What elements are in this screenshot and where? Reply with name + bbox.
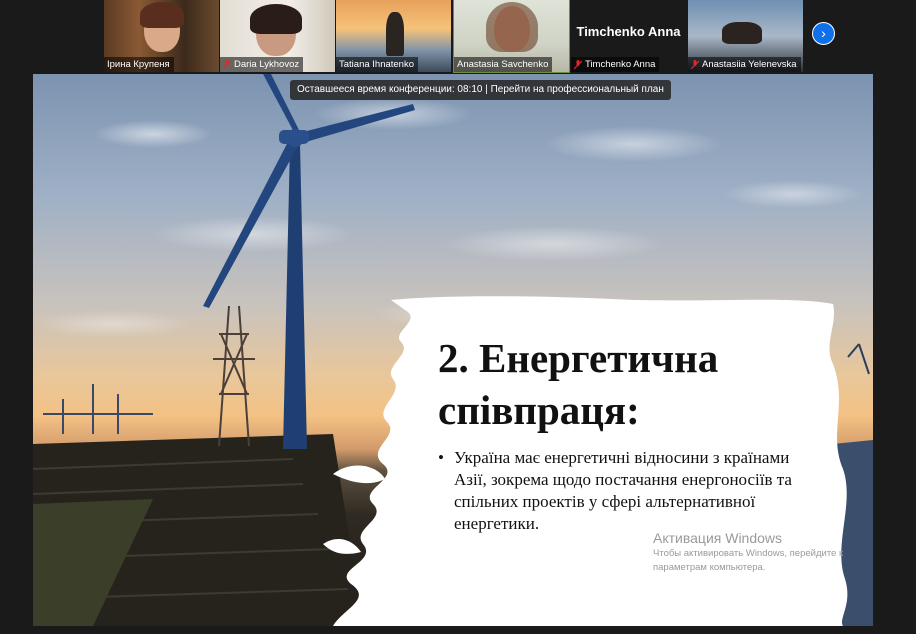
watermark-title: Активация Windows [653,530,783,546]
slide-bullet-text: Україна має енергетичні відносини з краї… [454,448,792,533]
participant-tile[interactable]: Anastasiia Yelenevska [688,0,803,72]
bullet-dot: • [438,448,444,467]
mic-off-icon [574,59,582,69]
participant-video [386,12,404,56]
shared-screen: Оставшееся время конференции: 08:10 | Пе… [33,74,873,626]
participant-name: Ірина Крупеня [104,57,174,72]
participant-tile[interactable]: Daria Lykhovoz [220,0,335,72]
slide-bullet: • Україна має енергетичні відносини з кр… [438,447,818,535]
slide-title-line: 2. Енергетична [438,335,719,381]
participant-video [722,22,762,44]
participant-hair [250,4,302,34]
chevron-right-icon: › [821,25,826,41]
participant-name: Daria Lykhovoz [220,57,304,72]
participant-name: Timchenko Anna [571,57,660,72]
participant-tile[interactable]: Ірина Крупеня [104,0,219,72]
participant-name: Anastasiia Yelenevska [688,57,801,72]
participant-tile-active-speaker[interactable]: Anastasia Savchenko [453,0,570,73]
participant-tile[interactable]: Tatiana Ihnatenko [336,0,451,72]
participant-strip: Ірина Крупеня Daria Lykhovoz Tatiana Ihn… [0,0,916,74]
participant-hair [486,2,538,52]
next-participants-button[interactable]: › [812,22,835,45]
slide-title-line: співпраця: [438,387,640,433]
participant-name: Anastasia Savchenko [454,57,553,72]
slide-title: 2. Енергетична співпраця: [438,332,798,436]
participant-hair [140,2,184,28]
participant-tile[interactable]: Timchenko Anna Timchenko Anna [571,0,686,72]
windows-activation-watermark: Активация Windows Чтобы активировать Win… [653,529,853,575]
meeting-time-banner[interactable]: Оставшееся время конференции: 08:10 | Пе… [290,80,671,100]
participant-name: Tatiana Ihnatenko [336,57,419,72]
mic-off-icon [223,59,231,69]
mic-off-icon [691,59,699,69]
watermark-subtitle: Чтобы активировать Windows, перейдите к … [653,548,844,573]
participant-display-name: Timchenko Anna [576,24,681,39]
